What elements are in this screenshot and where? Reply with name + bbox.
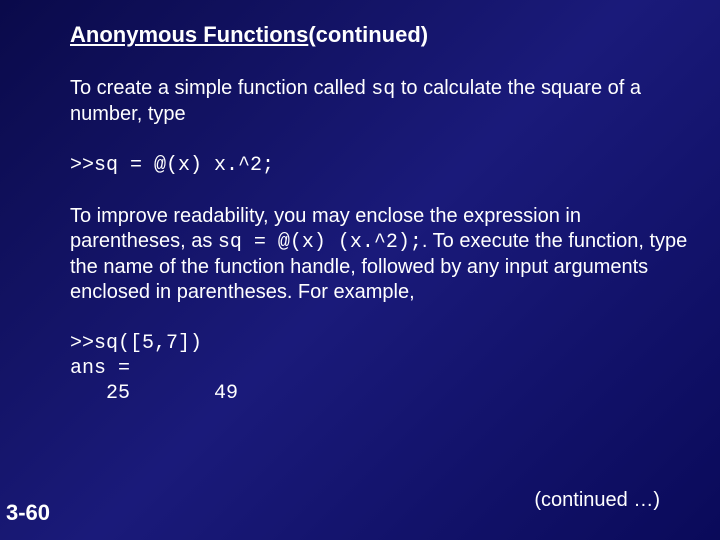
- paragraph-1: To create a simple function called sq to…: [70, 76, 690, 127]
- continued-indicator: (continued …): [534, 489, 660, 512]
- code-block-2: >>sq([5,7]) ans = 25 49: [70, 331, 690, 406]
- slide-title: Anonymous Functions (continued): [70, 22, 690, 48]
- title-underlined: Anonymous Functions: [70, 22, 308, 47]
- slide: Anonymous Functions (continued) To creat…: [0, 0, 720, 540]
- page-number: 3-60: [6, 500, 50, 526]
- paragraph-2: To improve readability, you may enclose …: [70, 204, 690, 305]
- para1-code: sq: [371, 78, 395, 101]
- para1-a: To create a simple function called: [70, 77, 371, 99]
- code-block-1: >>sq = @(x) x.^2;: [70, 153, 690, 178]
- title-rest: (continued): [308, 22, 428, 48]
- para2-code: sq = @(x) (x.^2);: [218, 231, 422, 254]
